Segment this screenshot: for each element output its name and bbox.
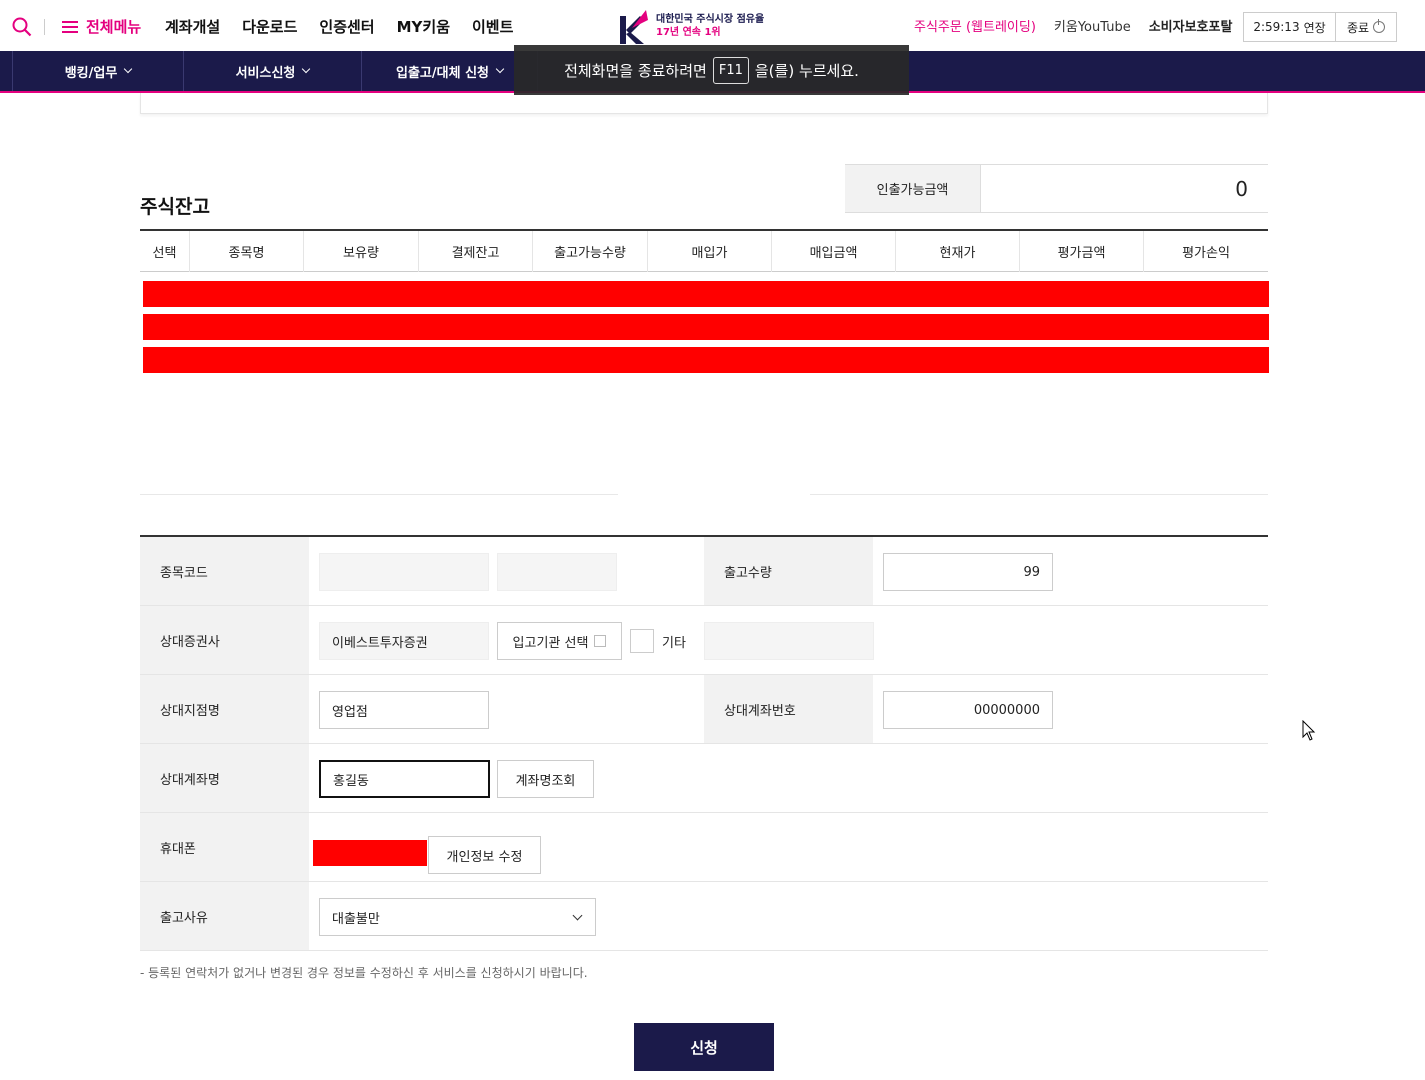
timer-value: 2:59:13 [1253, 20, 1300, 34]
top-header: 전체메뉴 계좌개설 다운로드 인증센터 MY키움 이벤트 대한민국 주식시장 점… [0, 0, 1425, 51]
branch-input[interactable]: 영업점 [319, 691, 489, 729]
hamburger-icon [62, 20, 78, 33]
web-trading-link[interactable]: 주식주문 (웹트레이딩) [914, 16, 1036, 35]
kiwoom-logo[interactable]: 대한민국 주식시장 점유율 17년 연속 1위 [618, 6, 764, 46]
col-buy-amount: 매입금액 [772, 231, 896, 272]
row-phone: 휴대폰 개인정보 수정 [140, 813, 1268, 882]
all-menu-label: 전체메뉴 [86, 18, 142, 36]
stock-balance-title: 주식잔고 [140, 196, 210, 218]
withdrawable-value: 0 [980, 165, 1268, 212]
redacted-row [143, 281, 1269, 307]
nav-download[interactable]: 다운로드 [242, 16, 297, 37]
branch-label: 상대지점명 [140, 675, 309, 743]
other-checkbox[interactable] [630, 629, 654, 653]
youtube-link[interactable]: 키움YouTube [1054, 16, 1131, 35]
consumer-portal-link[interactable]: 소비자보호포탈 [1149, 16, 1233, 35]
extend-label: 연장 [1303, 20, 1326, 35]
chevron-down-icon [302, 64, 311, 74]
account-name-input[interactable]: 홍길동 [319, 760, 490, 798]
reason-select[interactable]: 대출불만 [319, 898, 596, 936]
transfer-form: 종목코드 출고수량 99 상대증권사 이베스트투자증권 입고기관 선택 기타 상… [140, 535, 1268, 951]
logout-label: 종료 [1346, 20, 1370, 35]
col-holding: 보유량 [304, 231, 419, 272]
divider [810, 494, 1268, 495]
all-menu-button[interactable]: 전체메뉴 [62, 16, 141, 37]
broker-label: 상대증권사 [140, 606, 309, 674]
account-no-label: 상대계좌번호 [704, 675, 873, 743]
broker-input: 이베스트투자증권 [319, 622, 489, 660]
redacted-row [143, 314, 1269, 340]
out-qty-label: 출고수량 [704, 537, 873, 605]
extend-session-button[interactable]: 2:59:13 연장 [1244, 13, 1336, 41]
redacted-phone [313, 840, 427, 866]
redacted-row [143, 347, 1269, 373]
col-select: 선택 [140, 231, 190, 272]
withdrawable-label: 인출가능금액 [845, 165, 980, 212]
row-reason: 출고사유 대출불만 [140, 882, 1268, 951]
logo-text: 대한민국 주식시장 점유율 17년 연속 1위 [656, 14, 765, 38]
chevron-down-icon [572, 910, 583, 921]
nav-event[interactable]: 이벤트 [472, 16, 513, 37]
col-eval-amount: 평가금액 [1020, 231, 1144, 272]
nav-my-kiwoom[interactable]: MY키움 [397, 16, 450, 37]
col-available-qty: 출고가능수량 [533, 231, 648, 272]
popup-icon [594, 635, 607, 647]
out-qty-input[interactable]: 99 [883, 553, 1053, 591]
col-eval-pl: 평가손익 [1182, 246, 1230, 261]
account-name-label: 상대계좌명 [140, 744, 309, 812]
chevron-down-icon [124, 64, 133, 74]
stock-code-input [319, 553, 489, 591]
fullscreen-toast: 전체화면을 종료하려면 F11 을(를) 누르세요. [514, 45, 909, 95]
notice-text: - 등록된 연락처가 없거나 변경된 경우 정보를 수정하신 후 서비스를 신청… [140, 966, 588, 980]
logo-k-icon [620, 10, 648, 44]
reason-label: 출고사유 [140, 882, 309, 950]
top-links: 주식주문 (웹트레이딩) 키움YouTube 소비자보호포탈 [914, 16, 1232, 35]
row-broker: 상대증권사 이베스트투자증권 입고기관 선택 기타 [140, 606, 1268, 675]
broker-select-button[interactable]: 입고기관 선택 [497, 622, 622, 660]
nav-banking[interactable]: 뱅킹/업무 [12, 51, 184, 91]
top-nav: 계좌개설 다운로드 인증센터 MY키움 이벤트 [165, 16, 513, 37]
other-broker-input [704, 622, 874, 660]
row-branch: 상대지점명 영업점 상대계좌번호 00000000 [140, 675, 1268, 744]
account-no-input[interactable]: 00000000 [883, 691, 1053, 729]
phone-label: 휴대폰 [140, 813, 309, 881]
row-stock-code: 종목코드 출고수량 99 [140, 537, 1268, 606]
chevron-down-icon [495, 64, 505, 74]
edit-info-button[interactable]: 개인정보 수정 [428, 836, 541, 874]
stock-name-input [497, 553, 617, 591]
upper-card [140, 93, 1268, 114]
divider [140, 494, 618, 495]
col-current-price: 현재가 [896, 231, 1020, 272]
submit-button[interactable]: 신청 [634, 1023, 774, 1071]
stock-code-label: 종목코드 [140, 537, 309, 605]
account-lookup-button[interactable]: 계좌명조회 [497, 760, 594, 798]
nav-account-open[interactable]: 계좌개설 [165, 16, 220, 37]
nav-service[interactable]: 서비스신청 [184, 51, 362, 91]
stock-table-header: 선택 종목명 보유량 결제잔고 출고가능수량 매입가 매입금액 현재가 평가금액… [140, 229, 1268, 272]
withdrawable-amount: 인출가능금액 0 [845, 164, 1268, 213]
session-timer: 2:59:13 연장 종료 [1243, 12, 1397, 42]
col-buy-price: 매입가 [648, 231, 772, 272]
nav-transfer[interactable]: 입출고/대체 신청 [362, 51, 538, 91]
col-settled: 결제잔고 [419, 231, 533, 272]
col-stock-name: 종목명 [190, 231, 304, 272]
logout-button[interactable]: 종료 [1336, 13, 1396, 41]
row-account-name: 상대계좌명 홍길동 계좌명조회 [140, 744, 1268, 813]
mouse-cursor-icon [1302, 720, 1316, 741]
search-icon[interactable] [12, 17, 32, 37]
power-icon [1373, 19, 1386, 33]
toast-text-after: 을(를) 누르세요. [754, 61, 859, 80]
toast-text-before: 전체화면을 종료하려면 [564, 61, 707, 80]
divider [44, 19, 45, 35]
nav-certificate[interactable]: 인증센터 [319, 16, 374, 37]
toast-key: F11 [712, 56, 749, 84]
other-label: 기타 [662, 636, 686, 651]
